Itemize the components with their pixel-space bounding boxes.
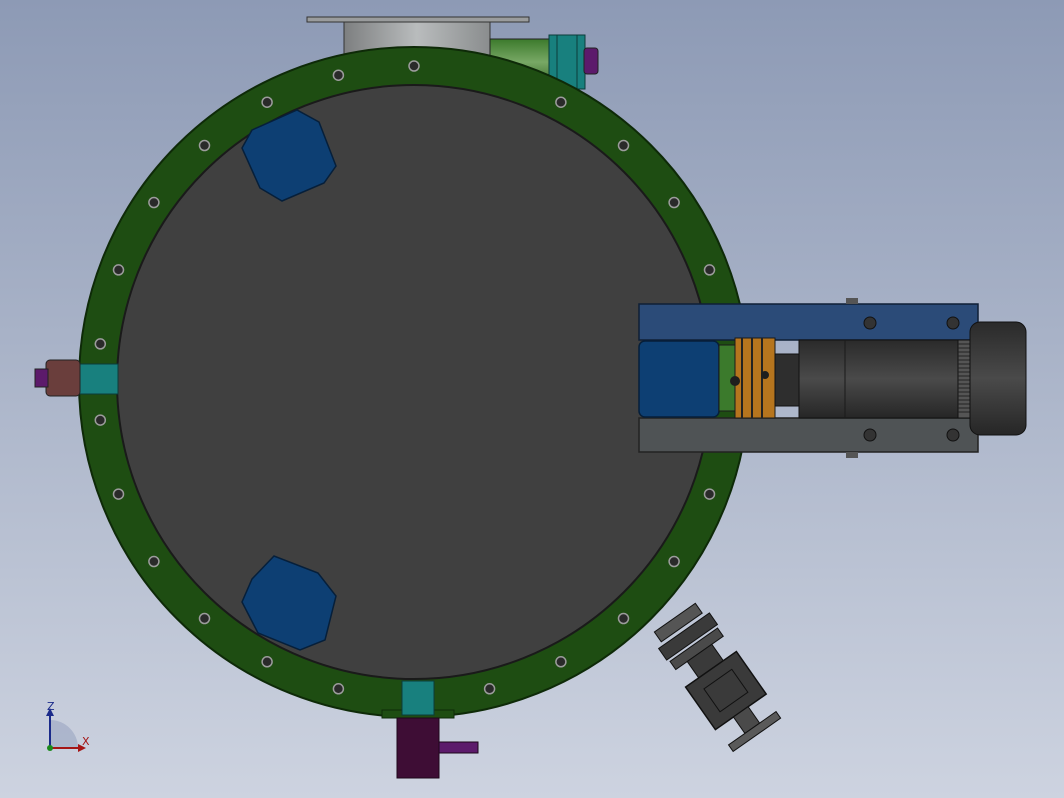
- left-teal-fitting: [77, 363, 119, 395]
- flange-bolt: [261, 96, 273, 108]
- flange-bolt: [408, 60, 420, 72]
- flange-bolt: [555, 96, 567, 108]
- flange-bolt: [555, 656, 567, 668]
- flange-bolt: [617, 612, 630, 625]
- flange-bolt: [112, 488, 125, 500]
- drive-blue-block: [638, 340, 720, 418]
- top-right-purple-cap: [583, 47, 599, 75]
- flange-bolt: [332, 683, 345, 695]
- flange-bolt: [94, 338, 107, 350]
- cad-viewport[interactable]: Z X: [0, 0, 1064, 798]
- left-pipe: [45, 359, 81, 397]
- flange-bolt: [668, 555, 680, 568]
- z-axis-label: Z: [47, 700, 55, 713]
- flange-bolt: [617, 139, 630, 152]
- flange-bolt: [703, 488, 716, 500]
- top-flange-plate: [306, 16, 530, 23]
- flange-bolt: [261, 656, 273, 668]
- flange-bolt: [483, 683, 496, 695]
- flange-bolt: [148, 196, 160, 209]
- bottom-purple-nozzle: [438, 741, 479, 754]
- flange-bolt: [668, 196, 680, 209]
- vessel-face: [116, 84, 712, 680]
- x-axis-label: X: [82, 735, 90, 748]
- flange-bolt: [94, 414, 107, 426]
- drive-assembly[interactable]: [638, 298, 1027, 458]
- flange-bolt: [198, 612, 211, 625]
- motor-end-cap: [969, 321, 1027, 436]
- drive-bracket-top: [638, 303, 979, 341]
- flange-bolt: [703, 264, 716, 276]
- flange-bolt: [198, 139, 211, 152]
- motor-body: [798, 339, 962, 419]
- flange-bolt: [148, 555, 160, 568]
- bottom-purple-pipe: [396, 717, 440, 779]
- motor-shaft: [774, 353, 800, 407]
- left-purple-cap: [34, 368, 49, 388]
- drive-bracket-bottom: [638, 417, 979, 453]
- flange-bolt: [112, 264, 125, 276]
- bottom-teal-fitting: [401, 680, 435, 716]
- cad-drawing[interactable]: Z X: [0, 0, 1064, 798]
- flange-bolt: [332, 69, 345, 81]
